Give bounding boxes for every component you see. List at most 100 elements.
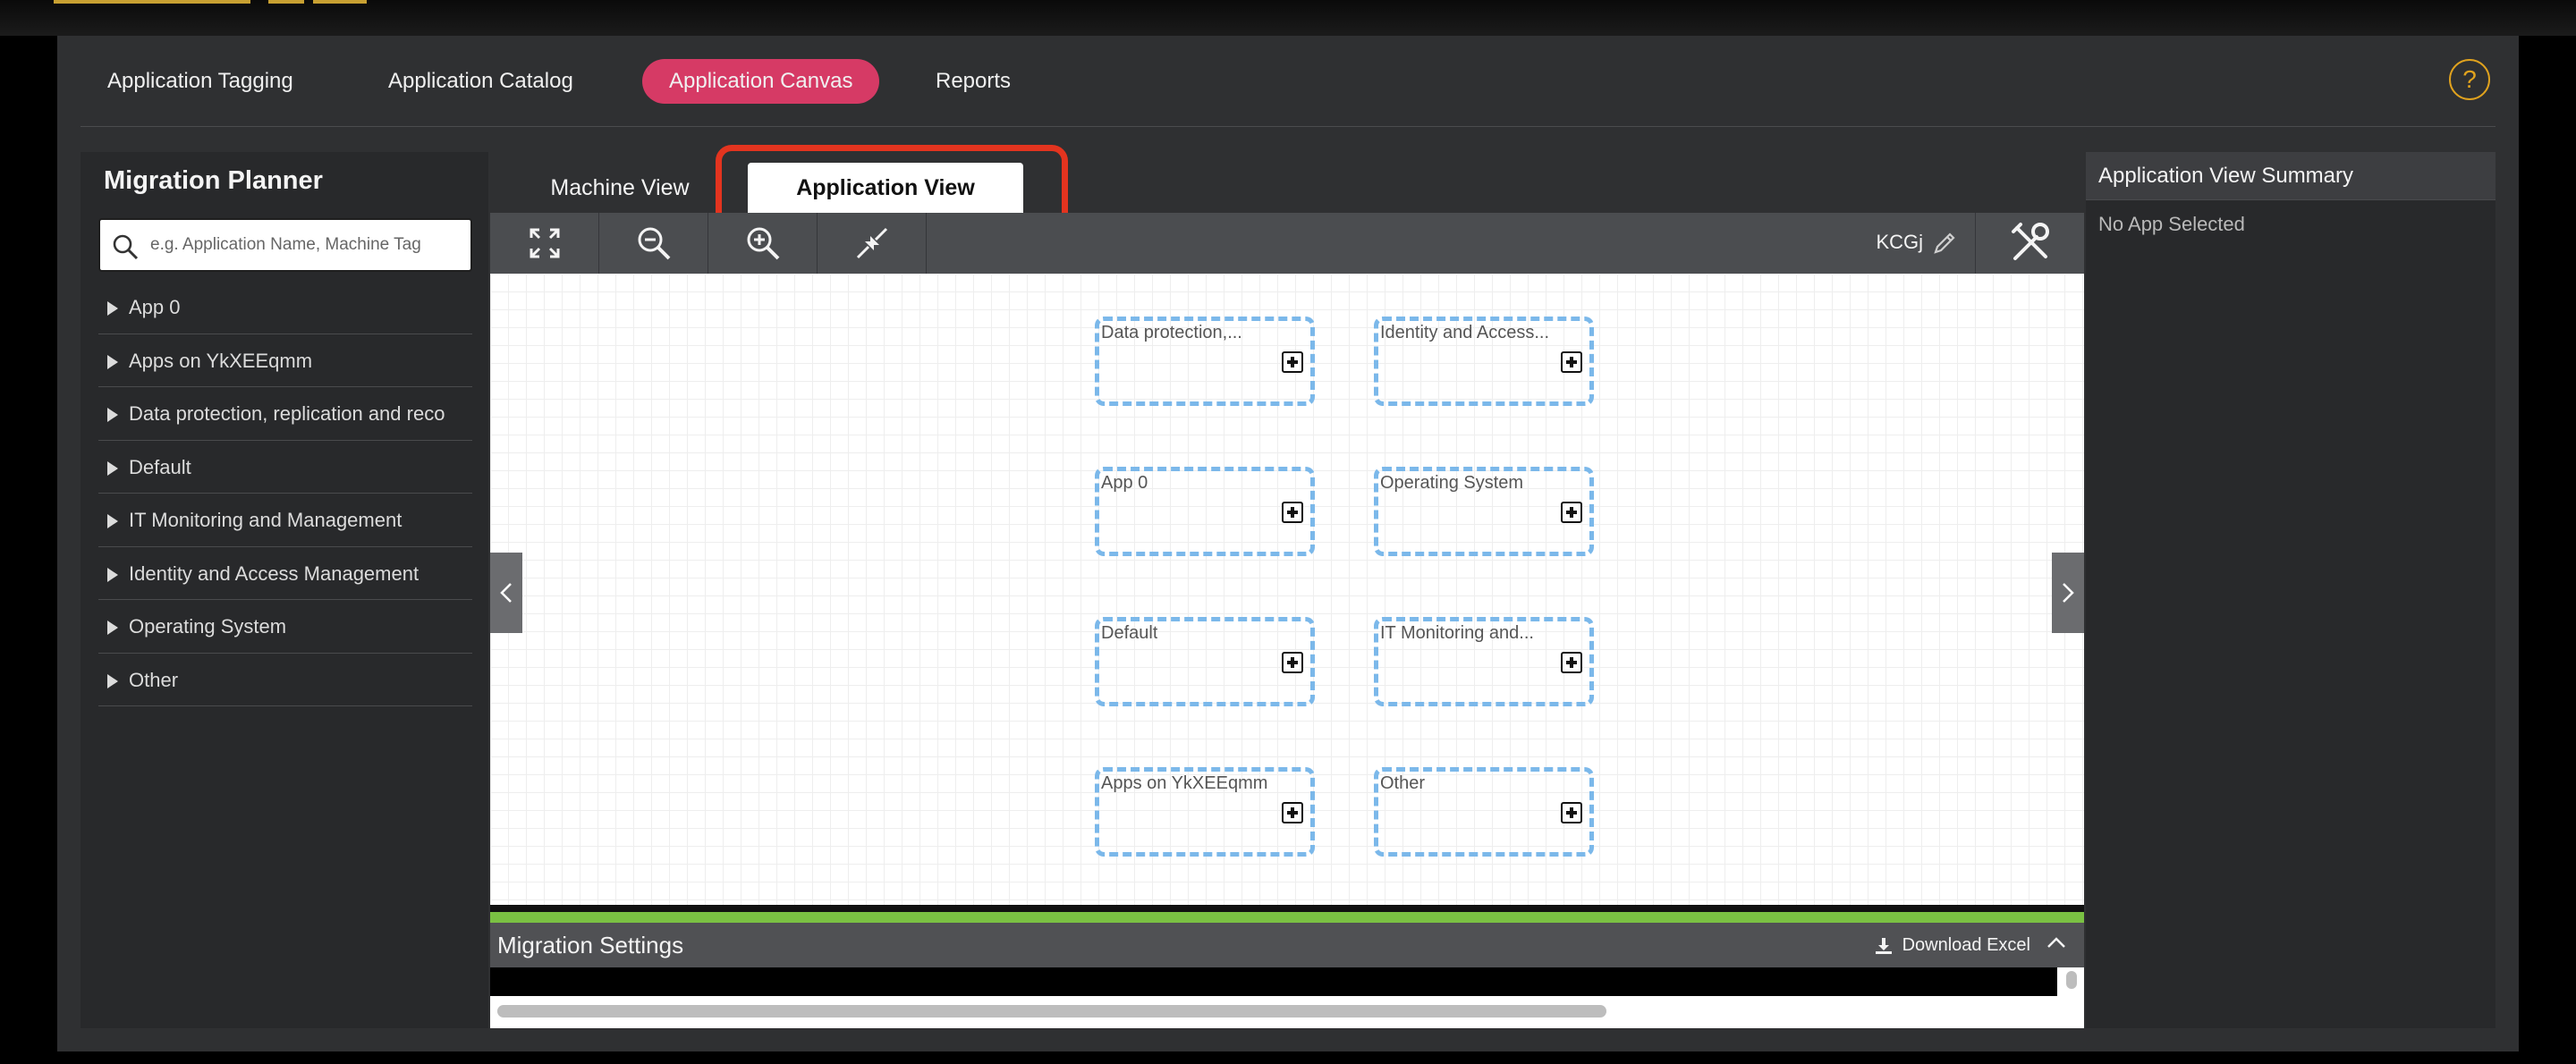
canvas-panel: Machine View Application View KCGj Data … bbox=[490, 145, 2084, 1028]
sidebar-title: Migration Planner bbox=[104, 166, 323, 195]
caret-right-icon bbox=[107, 460, 118, 476]
canvas-node[interactable]: Default bbox=[1095, 617, 1315, 706]
caret-right-icon bbox=[107, 408, 118, 422]
migration-planner-sidebar: Migration Planner App 0 Apps on YkXEEqmm… bbox=[80, 152, 488, 1028]
canvas-border bbox=[490, 905, 2084, 912]
canvas-node[interactable]: Apps on YkXEEqmm bbox=[1095, 767, 1315, 857]
caret-right-icon bbox=[107, 354, 118, 369]
add-icon[interactable] bbox=[1282, 652, 1303, 673]
canvas-node[interactable]: Data protection,... bbox=[1095, 317, 1315, 406]
canvas-node[interactable]: Other bbox=[1374, 767, 1594, 857]
application-canvas[interactable]: Data protection,... Identity and Access.… bbox=[490, 274, 2084, 905]
canvas-node[interactable]: Identity and Access... bbox=[1374, 317, 1594, 406]
horizontal-scrollbar[interactable] bbox=[497, 1005, 1606, 1018]
tree-item-it-monitoring[interactable]: IT Monitoring and Management bbox=[98, 494, 472, 547]
tree-item-label: Other bbox=[129, 668, 179, 691]
search-icon bbox=[111, 232, 140, 266]
tree-item-operating-system[interactable]: Operating System bbox=[98, 600, 472, 654]
chevron-up-icon bbox=[2047, 937, 2065, 948]
summary-empty-text: No App Selected bbox=[2098, 213, 2245, 235]
zoom-out-button[interactable] bbox=[599, 213, 708, 274]
chevron-left-icon bbox=[500, 583, 512, 603]
add-icon[interactable] bbox=[1561, 802, 1582, 823]
tab-machine-view[interactable]: Machine View bbox=[526, 163, 714, 213]
nav-application-catalog[interactable]: Application Catalog bbox=[361, 59, 600, 104]
canvas-node[interactable]: App 0 bbox=[1095, 467, 1315, 556]
add-icon[interactable] bbox=[1561, 652, 1582, 673]
caret-right-icon bbox=[107, 567, 118, 582]
download-icon bbox=[1875, 937, 1892, 954]
nav-reports[interactable]: Reports bbox=[909, 59, 1038, 104]
add-icon[interactable] bbox=[1561, 351, 1582, 373]
tree-item-apps-on-ykxeeqmm[interactable]: Apps on YkXEEqmm bbox=[98, 334, 472, 387]
logo-fragment bbox=[313, 0, 367, 4]
logo-fragment bbox=[268, 0, 304, 4]
settings-content bbox=[490, 967, 2057, 996]
tab-application-view[interactable]: Application View bbox=[748, 163, 1023, 213]
fit-screen-icon bbox=[530, 228, 559, 258]
nav-application-canvas[interactable]: Application Canvas bbox=[642, 59, 880, 104]
tree-item-default[interactable]: Default bbox=[98, 441, 472, 494]
search-input[interactable] bbox=[150, 220, 463, 270]
vertical-scrollbar[interactable] bbox=[2066, 971, 2077, 989]
tree-item-label: Operating System bbox=[129, 615, 287, 638]
tree-item-other[interactable]: Other bbox=[98, 654, 472, 706]
tree-item-app-0[interactable]: App 0 bbox=[98, 281, 472, 334]
nav-application-tagging[interactable]: Application Tagging bbox=[80, 59, 320, 104]
tree-item-identity-access[interactable]: Identity and Access Management bbox=[98, 547, 472, 600]
caret-right-icon bbox=[107, 301, 118, 316]
collapse-arrows-icon bbox=[856, 227, 887, 259]
left-panel-toggle[interactable] bbox=[490, 553, 522, 633]
add-icon[interactable] bbox=[1282, 351, 1303, 373]
edit-button[interactable] bbox=[1930, 229, 1959, 262]
add-icon[interactable] bbox=[1282, 802, 1303, 823]
top-strip bbox=[0, 0, 2576, 36]
download-label: Download Excel bbox=[1902, 935, 2030, 955]
application-view-summary: Application View Summary No App Selected bbox=[2086, 152, 2496, 1028]
caret-right-icon bbox=[107, 514, 118, 528]
settings-tools-button[interactable] bbox=[1975, 213, 2084, 274]
tree-item-label: App 0 bbox=[129, 296, 181, 318]
tree-item-label: Apps on YkXEEqmm bbox=[129, 349, 313, 372]
help-button[interactable]: ? bbox=[2449, 59, 2490, 100]
right-panel-toggle[interactable] bbox=[2052, 553, 2084, 633]
tree-item-data-protection[interactable]: Data protection, replication and reco bbox=[98, 387, 472, 441]
tree-item-label: IT Monitoring and Management bbox=[129, 509, 402, 531]
app-window: Application Tagging Application Catalog … bbox=[57, 36, 2519, 1051]
tools-icon bbox=[2011, 223, 2049, 260]
application-tree: App 0 Apps on YkXEEqmm Data protection, … bbox=[98, 281, 472, 706]
node-label: Identity and Access... bbox=[1380, 323, 1549, 342]
zoom-in-icon bbox=[747, 227, 779, 260]
pencil-icon bbox=[1934, 232, 1955, 254]
collapse-button[interactable] bbox=[818, 213, 927, 274]
add-icon[interactable] bbox=[1561, 502, 1582, 523]
node-label: Default bbox=[1101, 623, 1158, 643]
logo-fragment bbox=[54, 0, 250, 4]
node-label: Apps on YkXEEqmm bbox=[1101, 773, 1268, 793]
tree-item-label: Identity and Access Management bbox=[129, 562, 419, 585]
search-box bbox=[98, 218, 472, 272]
top-nav: Application Tagging Application Catalog … bbox=[80, 36, 2496, 127]
zoom-in-button[interactable] bbox=[708, 213, 818, 274]
canvas-node[interactable]: Operating System bbox=[1374, 467, 1594, 556]
node-label: App 0 bbox=[1101, 473, 1148, 493]
migration-settings-header: Migration Settings Download Excel bbox=[490, 923, 2084, 967]
canvas-node[interactable]: IT Monitoring and... bbox=[1374, 617, 1594, 706]
view-tabs: Machine View Application View bbox=[490, 145, 2084, 231]
node-label: Operating System bbox=[1380, 473, 1524, 493]
caret-right-icon bbox=[107, 621, 118, 635]
zoom-out-icon bbox=[638, 227, 670, 260]
user-code-label: KCGj bbox=[1876, 231, 1923, 253]
summary-title: Application View Summary bbox=[2086, 152, 2496, 200]
node-label: Other bbox=[1380, 773, 1426, 793]
tree-item-label: Default bbox=[129, 455, 191, 478]
fit-screen-button[interactable] bbox=[490, 213, 599, 274]
node-label: Data protection,... bbox=[1101, 323, 1242, 342]
download-excel-button[interactable]: Download Excel bbox=[1874, 935, 2030, 956]
add-icon[interactable] bbox=[1282, 502, 1303, 523]
node-label: IT Monitoring and... bbox=[1380, 623, 1534, 643]
canvas-toolbar: KCGj bbox=[490, 213, 2084, 274]
chevron-right-icon bbox=[2063, 583, 2074, 603]
collapse-settings-button[interactable] bbox=[2046, 935, 2066, 954]
settings-title: Migration Settings bbox=[497, 932, 684, 958]
